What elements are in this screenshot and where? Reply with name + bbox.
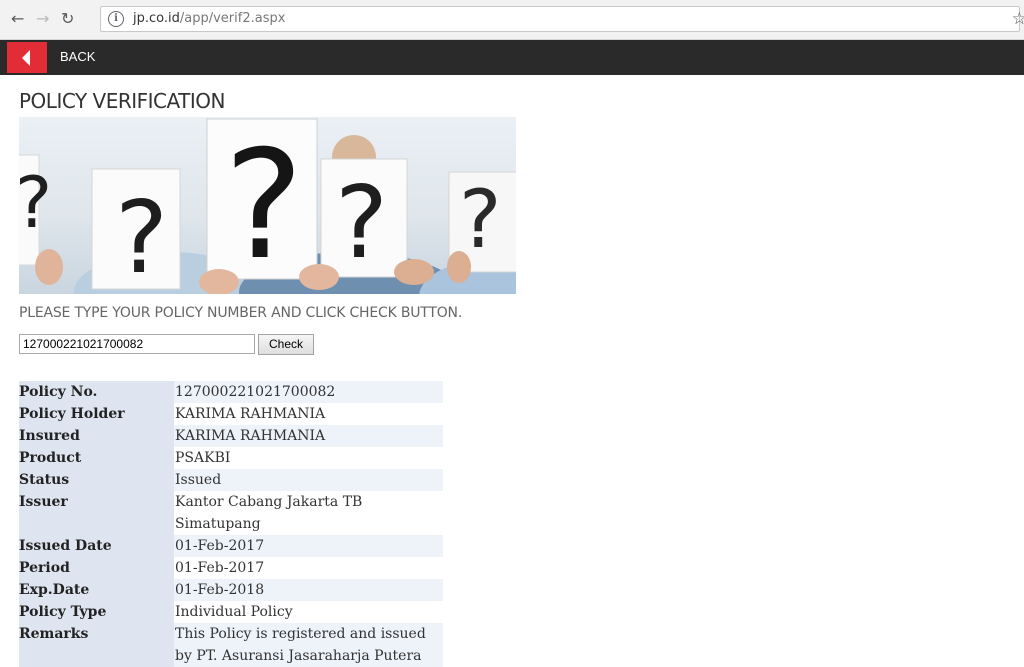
site-header: BACK bbox=[0, 40, 1024, 75]
question-mark: ? bbox=[335, 164, 388, 281]
detail-value: PSAKBI bbox=[174, 447, 443, 469]
banner-illustration: ? ? ? ? ? bbox=[19, 118, 516, 294]
detail-row: Issuer Kantor Cabang Jakarta TB Simatupan… bbox=[19, 491, 443, 535]
detail-row: Policy Type Individual Policy bbox=[19, 601, 443, 623]
detail-value: 01-Feb-2017 bbox=[174, 535, 443, 557]
detail-value: Issued bbox=[174, 469, 443, 491]
detail-label: Issued Date bbox=[19, 535, 174, 557]
url-host: jp.co.id bbox=[133, 11, 180, 26]
detail-value: KARIMA RAHMANIA bbox=[174, 425, 443, 447]
instructions-text: PLEASE TYPE YOUR POLICY NUMBER AND CLICK… bbox=[19, 305, 463, 321]
detail-row: Status Issued bbox=[19, 469, 443, 491]
back-label[interactable]: BACK bbox=[60, 49, 95, 64]
forward-arrow-icon[interactable]: → bbox=[36, 10, 49, 28]
policy-number-input[interactable] bbox=[19, 334, 255, 354]
detail-label: Exp.Date bbox=[19, 579, 174, 601]
url-path: /app/verif2.aspx bbox=[179, 11, 286, 26]
question-mark: ? bbox=[115, 179, 168, 294]
banner-image: ? ? ? ? ? bbox=[19, 117, 516, 294]
detail-label: Insured bbox=[19, 425, 174, 447]
back-button[interactable] bbox=[7, 42, 47, 73]
back-triangle-icon bbox=[22, 50, 30, 66]
question-mark: ? bbox=[19, 162, 52, 244]
detail-label: Policy No. bbox=[19, 381, 174, 403]
address-bar[interactable]: i jp.co.id/app/verif2.aspx ☆ bbox=[100, 6, 1024, 32]
check-button[interactable]: Check bbox=[258, 334, 314, 355]
detail-label: Status bbox=[19, 469, 174, 491]
detail-row: Remarks This Policy is registered and iss… bbox=[19, 623, 443, 667]
back-arrow-icon[interactable]: ← bbox=[11, 10, 24, 28]
browser-toolbar: ← → ↻ i jp.co.id/app/verif2.aspx ☆ bbox=[0, 0, 1024, 40]
detail-row: Insured KARIMA RAHMANIA bbox=[19, 425, 443, 447]
detail-label: Product bbox=[19, 447, 174, 469]
star-icon[interactable]: ☆ bbox=[1012, 9, 1024, 29]
detail-value: This Policy is registered and issued by … bbox=[174, 623, 443, 667]
detail-value: 127000221021700082 bbox=[174, 381, 443, 403]
url-text[interactable]: jp.co.id/app/verif2.aspx bbox=[133, 11, 285, 26]
detail-label: Issuer bbox=[19, 491, 174, 535]
detail-label: Remarks bbox=[19, 623, 174, 667]
detail-row: Policy No. 127000221021700082 bbox=[19, 381, 443, 403]
policy-details-table: Policy No. 127000221021700082 Policy Hold… bbox=[19, 381, 443, 667]
detail-label: Policy Holder bbox=[19, 403, 174, 425]
detail-row: Exp.Date 01-Feb-2018 bbox=[19, 579, 443, 601]
question-mark: ? bbox=[459, 173, 501, 266]
detail-value: 01-Feb-2018 bbox=[174, 579, 443, 601]
info-icon[interactable]: i bbox=[108, 11, 124, 27]
reload-icon[interactable]: ↻ bbox=[61, 10, 74, 28]
detail-value: KARIMA RAHMANIA bbox=[174, 403, 443, 425]
detail-label: Period bbox=[19, 557, 174, 579]
detail-row: Period 01-Feb-2017 bbox=[19, 557, 443, 579]
detail-row: Policy Holder KARIMA RAHMANIA bbox=[19, 403, 443, 425]
detail-value: 01-Feb-2017 bbox=[174, 557, 443, 579]
detail-label: Policy Type bbox=[19, 601, 174, 623]
detail-value: Kantor Cabang Jakarta TB Simatupang bbox=[174, 491, 443, 535]
detail-row: Product PSAKBI bbox=[19, 447, 443, 469]
page-title: POLICY VERIFICATION bbox=[19, 89, 225, 113]
detail-value: Individual Policy bbox=[174, 601, 443, 623]
question-mark: ? bbox=[224, 119, 304, 293]
detail-row: Issued Date 01-Feb-2017 bbox=[19, 535, 443, 557]
